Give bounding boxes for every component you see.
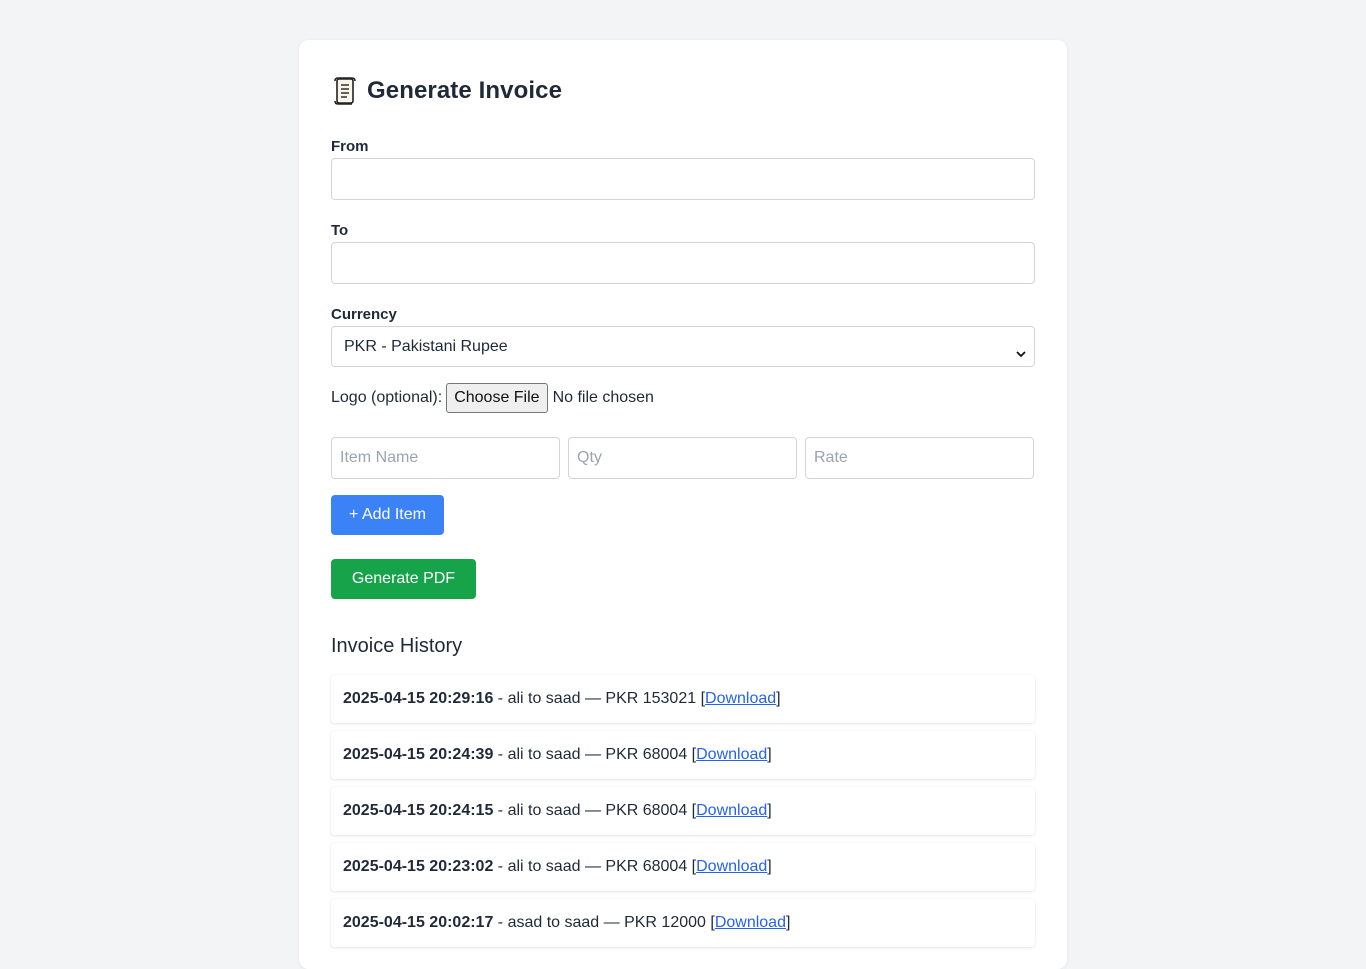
download-link[interactable]: Download [705,690,776,708]
invoice-history-heading: Invoice History [331,635,463,657]
history-bracket: ] [767,746,772,763]
scroll-icon [331,76,359,106]
from-label: From [331,138,369,155]
download-link[interactable]: Download [696,858,767,876]
choose-file-button[interactable]: Choose File [446,383,548,413]
history-summary: - ali to saad — PKR 68004 [ [493,802,697,819]
currency-selected-value: PKR - Pakistani Rupee [344,337,508,355]
add-item-button[interactable]: + Add Item [331,495,444,535]
history-bracket: ] [767,802,772,819]
to-input[interactable] [331,242,1035,284]
page-title: Generate Invoice [367,77,563,104]
page-header: Generate Invoice [331,74,1035,108]
logo-upload-row: Logo (optional): Choose File No file cho… [331,383,1035,413]
history-timestamp: 2025-04-15 20:29:16 [343,690,494,707]
history-timestamp: 2025-04-15 20:24:39 [343,746,494,763]
history-summary: - ali to saad — PKR 153021 [ [493,690,706,707]
logo-label: Logo (optional): [331,389,443,406]
history-bracket: ] [776,690,781,707]
history-timestamp: 2025-04-15 20:23:02 [343,858,494,875]
chevron-down-icon [1016,344,1026,357]
history-timestamp: 2025-04-15 20:02:17 [343,914,494,931]
history-item: 2025-04-15 20:23:02 - ali to saad — PKR … [331,843,1035,891]
history-bracket: ] [767,858,772,875]
from-input[interactable] [331,158,1035,200]
history-item: 2025-04-15 20:24:15 - ali to saad — PKR … [331,787,1035,835]
currency-select[interactable]: PKR - Pakistani Rupee [331,326,1035,367]
history-bracket: ] [785,914,791,931]
item-name-input[interactable] [331,437,560,479]
invoice-card: Generate Invoice From To Currency PKR - … [299,40,1067,969]
to-label: To [331,222,349,239]
history-timestamp: 2025-04-15 20:24:15 [343,802,494,819]
qty-input[interactable] [568,437,797,479]
history-item: 2025-04-15 20:02:17 - asad to saad — PKR… [331,899,1035,947]
history-item: 2025-04-15 20:29:16 - ali to saad — PKR … [331,675,1035,723]
invoice-history-list: 2025-04-15 20:29:16 - ali to saad — PKR … [331,675,1035,947]
download-link[interactable]: Download [696,746,767,764]
download-link[interactable]: Download [696,802,767,820]
history-summary: - ali to saad — PKR 68004 [ [493,858,697,875]
history-item: 2025-04-15 20:24:39 - ali to saad — PKR … [331,731,1035,779]
rate-input[interactable] [805,437,1034,479]
generate-pdf-button[interactable]: Generate PDF [331,559,476,599]
no-file-chosen-text: No file chosen [552,389,654,406]
history-summary: - asad to saad — PKR 12000 [ [493,914,715,931]
item-entry-row [331,437,1035,479]
history-summary: - ali to saad — PKR 68004 [ [493,746,697,763]
currency-label: Currency [331,306,397,323]
download-link[interactable]: Download [715,914,786,932]
